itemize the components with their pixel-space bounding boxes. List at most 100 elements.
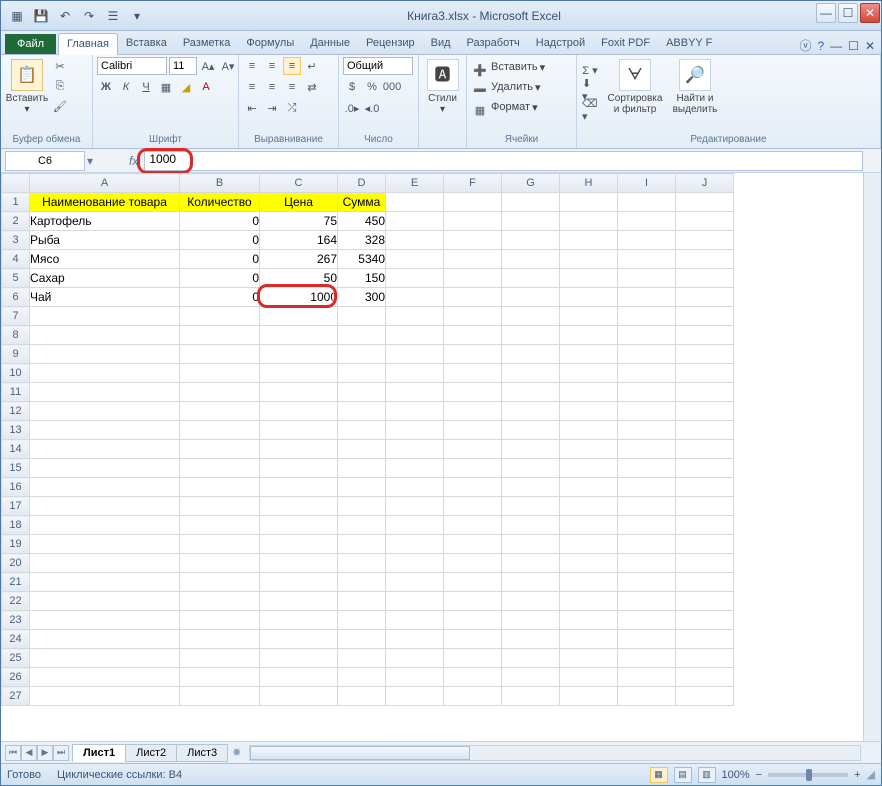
cell-G12[interactable] [502,402,560,421]
cell-B11[interactable] [180,383,260,402]
cell-A4[interactable]: Мясо [30,250,180,269]
currency-icon[interactable]: $ [343,78,361,96]
sheet-tab-Лист3[interactable]: Лист3 [176,744,228,762]
cell-A16[interactable] [30,478,180,497]
column-header-J[interactable]: J [676,174,734,193]
row-header-2[interactable]: 2 [2,212,30,231]
cell-J18[interactable] [676,516,734,535]
cell-H27[interactable] [560,687,618,706]
cell-A3[interactable]: Рыба [30,231,180,250]
cell-A15[interactable] [30,459,180,478]
row-header-17[interactable]: 17 [2,497,30,516]
cell-E11[interactable] [386,383,444,402]
view-page-layout-icon[interactable]: ▤ [674,767,692,783]
cell-E9[interactable] [386,345,444,364]
cell-F27[interactable] [444,687,502,706]
fx-icon[interactable]: fx [129,154,138,168]
cell-J23[interactable] [676,611,734,630]
view-normal-icon[interactable]: ▦ [650,767,668,783]
cell-I13[interactable] [618,421,676,440]
cell-G2[interactable] [502,212,560,231]
sheet-nav-first-icon[interactable]: ⏮ [5,745,21,761]
cell-A23[interactable] [30,611,180,630]
cell-C18[interactable] [260,516,338,535]
cell-A25[interactable] [30,649,180,668]
cell-J27[interactable] [676,687,734,706]
sheet-nav-prev-icon[interactable]: ◀ [21,745,37,761]
cell-C19[interactable] [260,535,338,554]
format-painter-icon[interactable]: 🖌 [51,97,69,115]
decimal-dec-icon[interactable]: ◂.0 [363,99,381,117]
font-inc-icon[interactable]: A▴ [199,57,217,75]
cell-G1[interactable] [502,193,560,212]
cell-C23[interactable] [260,611,338,630]
cell-I17[interactable] [618,497,676,516]
copy-icon[interactable]: ⎘ [51,77,69,95]
cell-C11[interactable] [260,383,338,402]
comma-icon[interactable]: 000 [383,78,401,96]
cell-I4[interactable] [618,250,676,269]
view-page-break-icon[interactable]: ▥ [698,767,716,783]
row-header-11[interactable]: 11 [2,383,30,402]
doc-close-icon[interactable]: ✕ [865,37,875,54]
cell-C17[interactable] [260,497,338,516]
cell-E10[interactable] [386,364,444,383]
cell-E15[interactable] [386,459,444,478]
cell-C22[interactable] [260,592,338,611]
cell-B17[interactable] [180,497,260,516]
resize-grip-icon[interactable]: ◢ [867,768,875,781]
cell-G3[interactable] [502,231,560,250]
cell-D25[interactable] [338,649,386,668]
cell-B24[interactable] [180,630,260,649]
cell-F12[interactable] [444,402,502,421]
cell-F6[interactable] [444,288,502,307]
cell-C2[interactable]: 75 [260,212,338,231]
cell-A8[interactable] [30,326,180,345]
decimal-inc-icon[interactable]: .0▸ [343,99,361,117]
cell-E20[interactable] [386,554,444,573]
cell-A26[interactable] [30,668,180,687]
styles-button[interactable]: 🅰 Стили ▾ [423,57,462,115]
cell-D27[interactable] [338,687,386,706]
row-header-1[interactable]: 1 [2,193,30,212]
cell-I7[interactable] [618,307,676,326]
font-color-icon[interactable]: A [197,78,215,96]
cell-D6[interactable]: 300 [338,288,386,307]
cell-D4[interactable]: 5340 [338,250,386,269]
cell-F25[interactable] [444,649,502,668]
cell-H17[interactable] [560,497,618,516]
column-header-F[interactable]: F [444,174,502,193]
cell-A10[interactable] [30,364,180,383]
cell-I6[interactable] [618,288,676,307]
indent-inc-icon[interactable]: ⇥ [263,99,281,117]
cell-E6[interactable] [386,288,444,307]
horizontal-scrollbar[interactable] [249,745,861,761]
align-bottom-icon[interactable]: ≡ [283,57,301,75]
cell-A18[interactable] [30,516,180,535]
cell-J19[interactable] [676,535,734,554]
tab-разработч[interactable]: Разработч [459,33,528,54]
cell-I20[interactable] [618,554,676,573]
row-header-20[interactable]: 20 [2,554,30,573]
cell-F9[interactable] [444,345,502,364]
cell-D11[interactable] [338,383,386,402]
cell-J8[interactable] [676,326,734,345]
align-center-icon[interactable]: ≡ [263,78,281,96]
cell-D8[interactable] [338,326,386,345]
row-header-9[interactable]: 9 [2,345,30,364]
row-header-10[interactable]: 10 [2,364,30,383]
cut-icon[interactable]: ✂ [51,57,69,75]
row-header-8[interactable]: 8 [2,326,30,345]
cell-G15[interactable] [502,459,560,478]
cell-E16[interactable] [386,478,444,497]
cell-H7[interactable] [560,307,618,326]
cell-E22[interactable] [386,592,444,611]
underline-icon[interactable]: Ч [137,78,155,96]
cell-E12[interactable] [386,402,444,421]
qat-more-icon[interactable]: ☰ [103,6,123,26]
cell-I24[interactable] [618,630,676,649]
zoom-out-icon[interactable]: − [756,769,762,781]
namebox-dropdown-icon[interactable]: ▾ [87,154,93,168]
cell-H21[interactable] [560,573,618,592]
tab-вид[interactable]: Вид [423,33,459,54]
